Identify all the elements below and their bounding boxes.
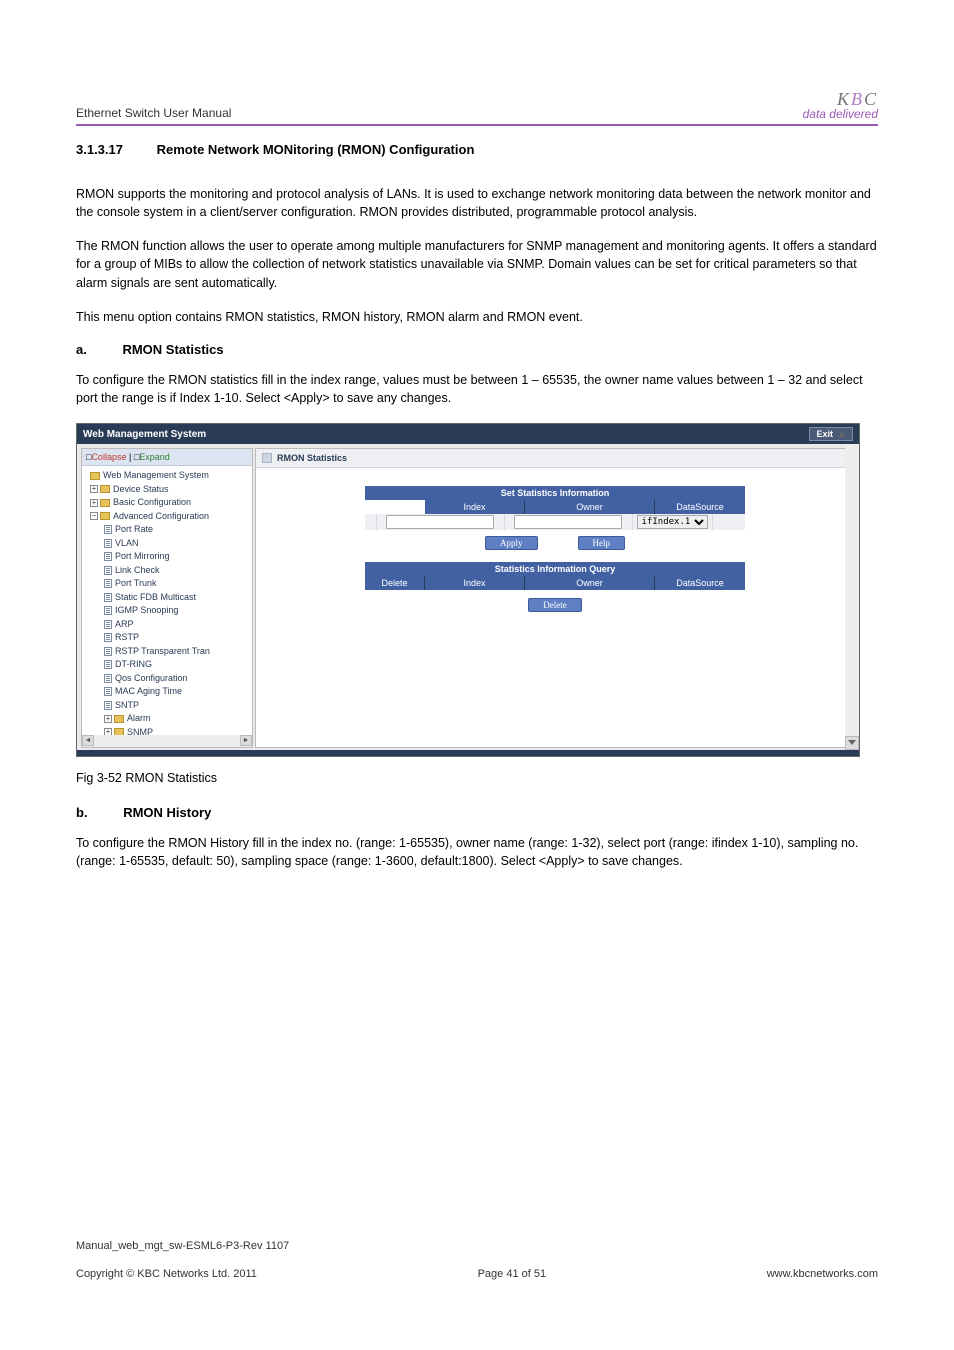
sub-b-letter: b. xyxy=(76,805,88,820)
main-title: RMON Statistics xyxy=(277,453,347,463)
doc-icon xyxy=(104,620,112,629)
index-input[interactable] xyxy=(386,515,493,529)
doc-icon xyxy=(104,701,112,710)
sub-a-body: To configure the RMON statistics fill in… xyxy=(76,371,878,407)
expand-link[interactable]: □Expand xyxy=(134,452,170,462)
logo: KBC data delivered xyxy=(803,90,878,120)
folder-icon xyxy=(100,499,110,507)
window-v-scroll[interactable] xyxy=(845,444,859,750)
footer-copyright: Copyright © KBC Networks Ltd. 2011 xyxy=(76,1268,257,1280)
tree-alarm[interactable]: +Alarm xyxy=(86,712,250,726)
screenshot: Web Management System Exit □Collapse | □… xyxy=(76,423,860,757)
tree-item[interactable]: SNTP xyxy=(86,699,250,713)
tree-item[interactable]: Port Rate xyxy=(86,523,250,537)
paragraph-1: RMON supports the monitoring and protoco… xyxy=(76,185,878,221)
section-heading: 3.1.3.17 Remote Network MONitoring (RMON… xyxy=(76,142,878,157)
tree-item[interactable]: DT-RING xyxy=(86,658,250,672)
scroll-left-icon[interactable]: ◄ xyxy=(82,735,94,746)
col-owner: Owner xyxy=(525,500,655,514)
sub-a-heading: a. RMON Statistics xyxy=(76,342,878,357)
tree-item[interactable]: VLAN xyxy=(86,537,250,551)
tree-item[interactable]: Port Mirroring xyxy=(86,550,250,564)
tree-item[interactable]: Qos Configuration xyxy=(86,672,250,686)
section-title: Remote Network MONitoring (RMON) Configu… xyxy=(157,142,475,157)
main-panel: RMON Statistics Set Statistics Informati… xyxy=(255,448,855,748)
tree-item[interactable]: RSTP xyxy=(86,631,250,645)
col-owner-2: Owner xyxy=(525,576,655,590)
collapse-link[interactable]: □Collapse xyxy=(86,452,126,462)
folder-icon xyxy=(114,715,124,723)
footer-manual: Manual_web_mgt_sw-ESML6-P3-Rev 1107 xyxy=(76,1240,878,1252)
col-index: Index xyxy=(425,500,525,514)
tree-item[interactable]: Static FDB Multicast xyxy=(86,591,250,605)
col-delete: Delete xyxy=(365,576,425,590)
tree-item[interactable]: Link Check xyxy=(86,564,250,578)
doc-icon xyxy=(104,552,112,561)
figure-caption: Fig 3-52 RMON Statistics xyxy=(76,771,878,785)
paragraph-3: This menu option contains RMON statistic… xyxy=(76,308,878,326)
nav-h-scroll[interactable]: ◄ ► xyxy=(82,735,252,747)
expand-icon[interactable]: + xyxy=(104,715,112,723)
doc-icon xyxy=(104,660,112,669)
folder-icon xyxy=(90,472,100,480)
doc-icon xyxy=(104,579,112,588)
doc-icon xyxy=(104,674,112,683)
section-number: 3.1.3.17 xyxy=(76,142,123,157)
query-header: Statistics Information Query xyxy=(365,562,745,576)
expand-icon[interactable]: + xyxy=(90,499,98,507)
folder-icon xyxy=(100,512,110,520)
col-index-2: Index xyxy=(425,576,525,590)
doc-icon xyxy=(104,647,112,656)
tree-item[interactable]: MAC Aging Time xyxy=(86,685,250,699)
sub-b-title: RMON History xyxy=(123,805,211,820)
nav-tree-panel: □Collapse | □Expand Web Management Syste… xyxy=(81,448,253,748)
set-statistics-header: Set Statistics Information xyxy=(365,486,745,500)
sub-b-body: To configure the RMON History fill in th… xyxy=(76,834,878,870)
window-footer-bar xyxy=(77,750,859,756)
doc-icon xyxy=(104,539,112,548)
tree-root[interactable]: Web Management System xyxy=(86,469,250,483)
datasource-select[interactable]: ifIndex.1 xyxy=(637,515,708,529)
exit-button[interactable]: Exit xyxy=(809,427,853,441)
tree-item[interactable]: ARP xyxy=(86,618,250,632)
doc-icon xyxy=(104,593,112,602)
exit-up-icon xyxy=(838,432,846,437)
tree-item[interactable]: IGMP Snooping xyxy=(86,604,250,618)
doc-icon xyxy=(104,525,112,534)
page-icon xyxy=(262,453,272,463)
doc-icon xyxy=(104,633,112,642)
delete-button[interactable]: Delete xyxy=(528,598,581,612)
window-title: Web Management System xyxy=(83,429,206,440)
tree-device-status[interactable]: +Device Status xyxy=(86,483,250,497)
expand-icon[interactable]: + xyxy=(90,485,98,493)
collapse-icon[interactable]: − xyxy=(90,512,98,520)
doc-icon xyxy=(104,606,112,615)
tree-advanced-config[interactable]: −Advanced Configuration xyxy=(86,510,250,524)
tree-item[interactable]: RSTP Transparent Tran xyxy=(86,645,250,659)
tree-basic-config[interactable]: +Basic Configuration xyxy=(86,496,250,510)
header-title: Ethernet Switch User Manual xyxy=(76,106,231,120)
doc-icon xyxy=(104,566,112,575)
col-datasource-2: DataSource xyxy=(655,576,745,590)
footer-url: www.kbcnetworks.com xyxy=(767,1268,878,1280)
paragraph-2: The RMON function allows the user to ope… xyxy=(76,237,878,291)
owner-input[interactable] xyxy=(514,515,621,529)
apply-button[interactable]: Apply xyxy=(485,536,538,550)
sub-b-heading: b. RMON History xyxy=(76,805,878,820)
folder-icon xyxy=(100,485,110,493)
scroll-down-icon[interactable] xyxy=(845,736,859,750)
sub-a-title: RMON Statistics xyxy=(122,342,223,357)
doc-icon xyxy=(104,687,112,696)
col-datasource: DataSource xyxy=(655,500,745,514)
logo-tagline: data delivered xyxy=(803,108,878,120)
nav-header: □Collapse | □Expand xyxy=(82,449,252,466)
scroll-right-icon[interactable]: ► xyxy=(240,735,252,746)
sub-a-letter: a. xyxy=(76,342,87,357)
tree-item[interactable]: Port Trunk xyxy=(86,577,250,591)
help-button[interactable]: Help xyxy=(578,536,626,550)
footer-page: Page 41 of 51 xyxy=(478,1268,547,1280)
